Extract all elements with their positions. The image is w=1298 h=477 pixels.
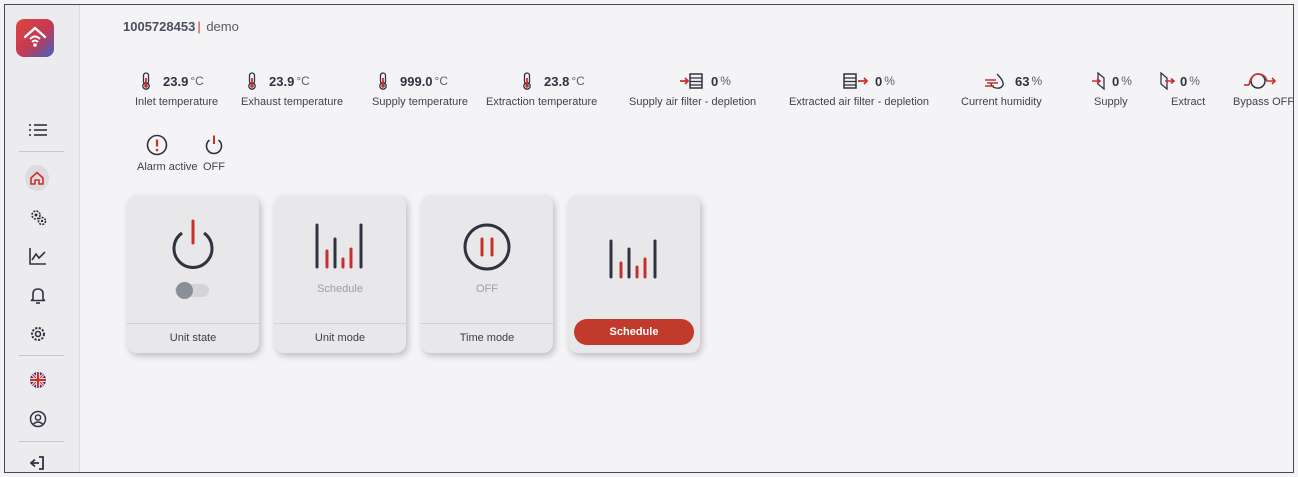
sensor-label: Current humidity xyxy=(961,96,1042,108)
menu-icon xyxy=(27,119,49,141)
card-caption: Time mode xyxy=(459,332,515,344)
sensor-extract: 0% Extract xyxy=(1159,71,1205,117)
sidebar-item-menu[interactable] xyxy=(5,115,80,145)
sensor-label: Extraction temperature xyxy=(486,96,598,108)
sensor-extraction-temperature: 23.8 °C Extraction temperature xyxy=(486,71,597,117)
sensor-value: 0 xyxy=(1112,73,1120,89)
sensor-unit: °C xyxy=(190,74,204,88)
breadcrumb: 1005728453 | demo xyxy=(123,19,239,34)
sensor-value: 999.0 xyxy=(400,73,433,89)
sensor-value: 0 xyxy=(711,73,719,89)
thermometer-icon xyxy=(372,71,394,91)
sensor-value: 23.8 xyxy=(544,73,570,89)
sensor-value: 0 xyxy=(875,73,883,89)
unit-state-toggle[interactable] xyxy=(175,282,209,299)
sensor-supply-temperature: 999.0 °C Supply temperature xyxy=(372,71,468,117)
sidebar-item-language[interactable] xyxy=(5,365,80,395)
supply-fan-icon xyxy=(1091,71,1107,91)
thermometer-icon xyxy=(241,71,263,91)
extract-fan-icon xyxy=(1159,71,1175,91)
supply-filter-icon xyxy=(679,71,705,91)
sensor-label: Extracted air filter - depletion xyxy=(789,96,930,108)
sidebar xyxy=(5,5,80,472)
sensor-label: Exhaust temperature xyxy=(241,96,344,108)
sensor-unit: % xyxy=(720,74,731,88)
sensor-humidity: 63% Current humidity xyxy=(961,71,1042,117)
logout-icon xyxy=(27,452,49,472)
sensor-unit: % xyxy=(1189,74,1200,88)
sensor-bypass: Bypass OFF xyxy=(1233,71,1294,117)
sensor-value: 0 xyxy=(1180,73,1188,89)
uk-flag-icon xyxy=(27,369,49,391)
sensor-unit: % xyxy=(884,74,895,88)
unit-mode-card[interactable]: Schedule Unit mode xyxy=(274,195,406,353)
device-id: 1005728453 xyxy=(123,19,196,34)
sensor-value: 23.9 xyxy=(163,73,189,89)
sensor-label: Supply xyxy=(1094,96,1128,108)
extract-filter-icon xyxy=(843,71,869,91)
status-label: Alarm active xyxy=(137,161,198,173)
sensor-unit: °C xyxy=(434,74,449,88)
power-icon xyxy=(127,215,259,279)
card-caption: Unit mode xyxy=(314,332,366,344)
sensor-value: 63 xyxy=(1015,73,1030,89)
app-logo[interactable] xyxy=(16,19,54,57)
sensor-exhaust-temperature: 23.9 °C Exhaust temperature xyxy=(241,71,343,117)
schedule-bars-icon xyxy=(568,223,700,287)
sensor-label: Supply air filter - depletion xyxy=(629,96,757,108)
breadcrumb-separator: | xyxy=(197,19,201,34)
sidebar-item-logout[interactable] xyxy=(5,448,80,472)
card-subtitle: Schedule xyxy=(317,283,363,295)
sensor-unit: °C xyxy=(296,74,310,88)
app-window: 1005728453 | demo 23.9 °C Inlet temperatur… xyxy=(4,4,1294,473)
schedule-bars-icon xyxy=(274,215,406,279)
schedule-button[interactable]: Schedule xyxy=(574,319,694,345)
sidebar-item-notifications[interactable] xyxy=(5,280,80,310)
sidebar-item-settings[interactable] xyxy=(5,319,80,349)
sensor-label: Bypass OFF xyxy=(1233,96,1294,108)
sensor-supply: 0% Supply xyxy=(1091,71,1132,117)
settings-icon xyxy=(27,323,49,345)
sensor-extract-filter: 0% Extracted air filter - depletion xyxy=(789,71,929,117)
bell-icon xyxy=(27,284,49,306)
sensor-label: Extract xyxy=(1171,96,1206,108)
thermometer-icon xyxy=(135,71,157,91)
status-label: OFF xyxy=(203,161,225,173)
user-name: demo xyxy=(206,19,239,34)
gears-icon xyxy=(27,206,49,228)
schedule-card[interactable]: Schedule xyxy=(568,195,700,353)
alarm-icon xyxy=(137,133,177,157)
unit-state-card[interactable]: Unit state xyxy=(127,195,259,353)
sidebar-item-gears[interactable] xyxy=(5,202,80,232)
sidebar-item-home[interactable] xyxy=(5,163,80,193)
humidity-icon xyxy=(983,71,1009,91)
sidebar-item-chart[interactable] xyxy=(5,241,80,271)
sensor-unit: °C xyxy=(571,74,585,88)
sensor-supply-filter: 0% Supply air filter - depletion xyxy=(629,71,756,117)
chart-icon xyxy=(27,245,49,267)
sensor-label: Supply temperature xyxy=(372,96,468,108)
sensor-label: Inlet temperature xyxy=(135,96,219,108)
pause-icon xyxy=(421,215,553,279)
home-icon xyxy=(25,165,49,191)
sensor-unit: % xyxy=(1121,74,1132,88)
thermometer-icon xyxy=(516,71,538,91)
support-icon xyxy=(27,408,49,430)
alarm-status[interactable]: Alarm active xyxy=(137,133,198,173)
bypass-icon xyxy=(1241,71,1279,91)
card-subtitle: OFF xyxy=(476,283,498,295)
sensor-unit: % xyxy=(1031,74,1043,88)
card-caption: Unit state xyxy=(169,332,217,344)
power-status[interactable]: OFF xyxy=(201,133,227,173)
sensor-inlet-temperature: 23.9 °C Inlet temperature xyxy=(135,71,218,117)
power-icon xyxy=(201,133,227,157)
time-mode-card[interactable]: OFF Time mode xyxy=(421,195,553,353)
sensor-value: 23.9 xyxy=(269,73,295,89)
sidebar-item-support[interactable] xyxy=(5,404,80,434)
